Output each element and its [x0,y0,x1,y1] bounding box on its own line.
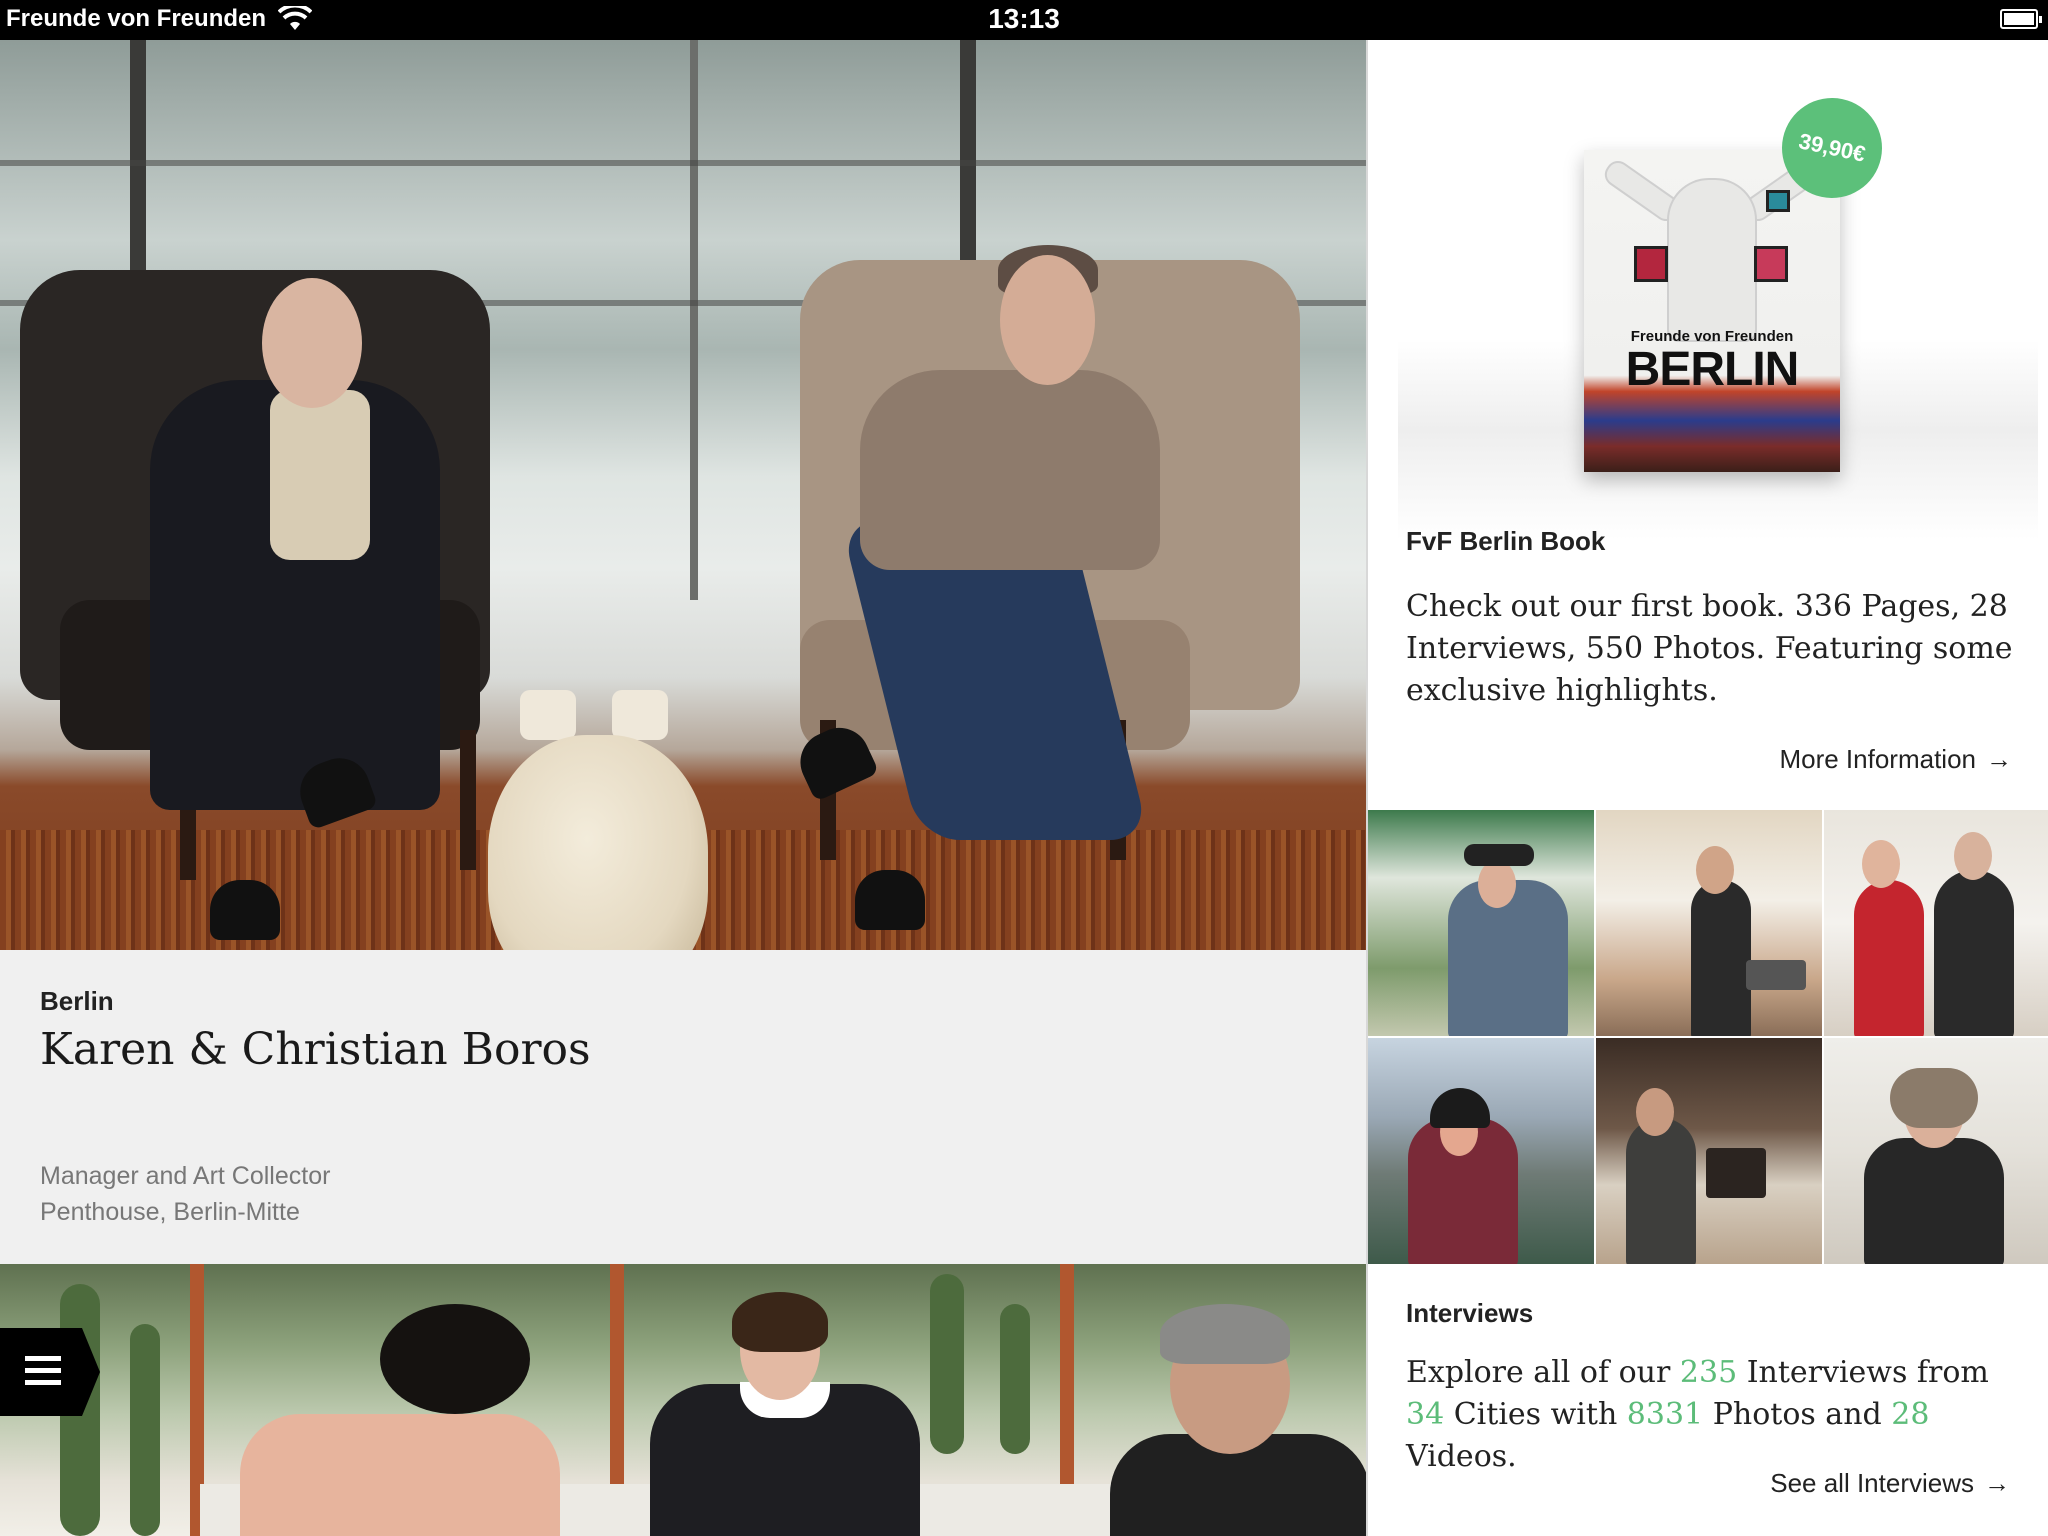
interview-thumbnail[interactable] [1596,810,1822,1036]
book-cover-image[interactable]: Freunde von Freunden BERLIN [1584,150,1840,472]
cities-count: 34 [1406,1397,1445,1432]
status-bar: Freunde von Freunden 13:13 [0,0,2048,40]
videos-count: 28 [1891,1397,1930,1432]
interview-thumbnail[interactable] [1368,1038,1594,1264]
see-all-interviews-label: See all Interviews [1770,1468,1974,1498]
battery-icon [2000,9,2042,29]
interview-thumbnail[interactable] [1596,1038,1822,1264]
book-heading: FvF Berlin Book [1406,526,1606,556]
feature-title: Karen & Christian Boros [40,1024,591,1075]
menu-button[interactable] [0,1328,100,1416]
interviews-heading: Interviews [1406,1298,1534,1328]
interviews-summary: Explore all of our 235 Interviews from 3… [1406,1355,1989,1474]
hamburger-menu-icon [25,1356,61,1386]
book-cover-title: BERLIN [1625,343,1800,396]
feature-city: Berlin [40,986,114,1016]
see-all-interviews-link[interactable]: See all Interviews → [1770,1468,2010,1499]
feature-caption[interactable]: Berlin Karen & Christian Boros Manager a… [0,950,1366,1264]
interview-thumbnail-grid [1368,810,2048,1264]
book-promo[interactable]: Freunde von Freunden BERLIN 39,90€ FvF B… [1368,40,2048,810]
feature-photo[interactable] [0,40,1366,950]
arrow-right-icon: → [1984,1468,2010,1498]
interview-thumbnail[interactable] [1824,1038,2048,1264]
photos-count: 8331 [1626,1397,1704,1432]
sidebar: Freunde von Freunden BERLIN 39,90€ FvF B… [1366,40,2048,1536]
feature-role: Manager and Art Collector [40,1162,331,1190]
feature-location: Penthouse, Berlin-Mitte [40,1198,300,1226]
interview-thumbnail[interactable] [1824,810,2048,1036]
book-description: Check out our first book. 336 Pages, 28 … [1406,589,2013,708]
more-information-label: More Information [1779,744,1976,774]
status-time: 13:13 [988,3,1060,34]
interviews-count: 235 [1679,1355,1738,1390]
more-information-link[interactable]: More Information → [1779,744,2012,775]
interview-thumbnail[interactable] [1368,810,1594,1036]
secondary-photo[interactable] [0,1264,1366,1536]
arrow-right-icon: → [1986,744,2012,774]
